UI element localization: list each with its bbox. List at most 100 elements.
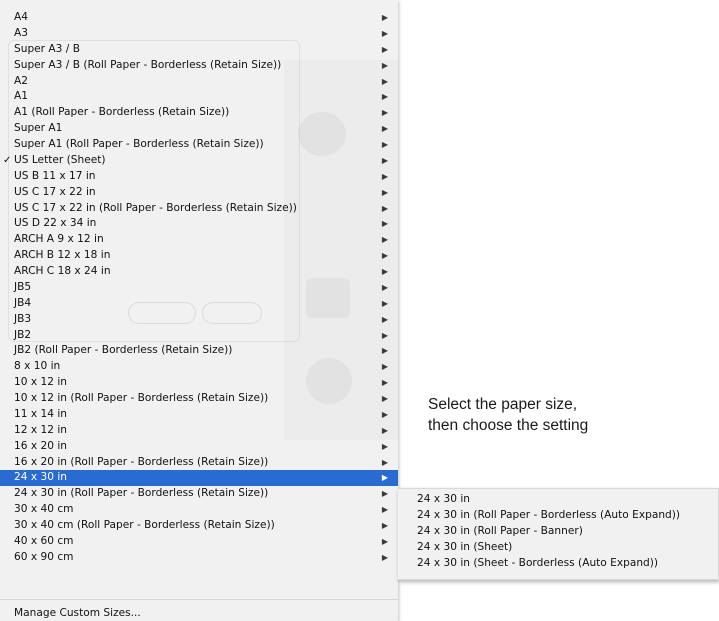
menu-item[interactable]: US C 17 x 22 in (Roll Paper - Borderless… bbox=[0, 201, 398, 217]
submenu-arrow-icon: ▶ bbox=[381, 251, 388, 261]
menu-item-label: Super A1 (Roll Paper - Borderless (Retai… bbox=[14, 138, 264, 150]
submenu-item[interactable]: 24 x 30 in (Roll Paper - Borderless (Aut… bbox=[398, 508, 718, 524]
menu-item[interactable]: 10 x 12 in (Roll Paper - Borderless (Ret… bbox=[0, 391, 398, 407]
submenu-arrow-icon: ▶ bbox=[381, 108, 388, 118]
submenu-arrow-icon: ▶ bbox=[381, 425, 388, 435]
menu-item-label: 16 x 20 in (Roll Paper - Borderless (Ret… bbox=[14, 455, 269, 468]
menu-item[interactable]: 10 x 12 in ▶ bbox=[0, 375, 398, 391]
submenu-arrow-icon: ▶ bbox=[381, 28, 388, 38]
submenu-arrow-icon: ▶ bbox=[381, 76, 388, 86]
menu-item[interactable]: 24 x 30 in (Roll Paper - Borderless (Ret… bbox=[0, 486, 398, 502]
submenu-arrow-icon: ▶ bbox=[381, 44, 388, 54]
menu-item[interactable]: ✓ US Letter (Sheet) ▶ bbox=[0, 153, 398, 169]
menu-item[interactable]: US C 17 x 22 in ▶ bbox=[0, 185, 398, 201]
menu-item-label: A3 bbox=[14, 26, 28, 39]
submenu-arrow-icon: ▶ bbox=[381, 60, 388, 70]
submenu-arrow-icon: ▶ bbox=[381, 155, 388, 165]
menu-item-label: Super A3 / B bbox=[14, 42, 80, 55]
menu-item-label: US C 17 x 22 in bbox=[14, 185, 96, 198]
menu-item-label: 30 x 40 cm (Roll Paper - Borderless (Ret… bbox=[14, 519, 275, 531]
menu-item[interactable]: A2 ▶ bbox=[0, 74, 398, 90]
menu-item[interactable]: Super A1 ▶ bbox=[0, 121, 398, 137]
menu-item[interactable]: 11 x 14 in ▶ bbox=[0, 407, 398, 423]
menu-item[interactable]: JB2 ▶ bbox=[0, 328, 398, 344]
menu-item-label: 16 x 20 in bbox=[14, 439, 67, 452]
menu-item[interactable]: A4 ▶ bbox=[0, 10, 398, 26]
menu-item[interactable]: 30 x 40 cm (Roll Paper - Borderless (Ret… bbox=[0, 518, 398, 534]
menu-item-label: JB2 (Roll Paper - Borderless (Retain Siz… bbox=[14, 344, 233, 357]
menu-item[interactable]: US D 22 x 34 in ▶ bbox=[0, 216, 398, 232]
menu-item[interactable]: Super A1 (Roll Paper - Borderless (Retai… bbox=[0, 137, 398, 153]
submenu-arrow-icon: ▶ bbox=[381, 124, 388, 134]
menu-item-label: JB3 bbox=[14, 312, 32, 325]
menu-item-label: A2 bbox=[14, 74, 28, 87]
checkmark-icon: ✓ bbox=[3, 154, 12, 166]
menu-item[interactable]: A3 ▶ bbox=[0, 26, 398, 42]
submenu-arrow-icon: ▶ bbox=[381, 362, 388, 372]
menu-item-label: 10 x 12 in bbox=[14, 376, 67, 389]
menu-item-label: A1 (Roll Paper - Borderless (Retain Size… bbox=[14, 106, 230, 119]
menu-item[interactable]: 60 x 90 cm ▶ bbox=[0, 550, 398, 566]
submenu-item[interactable]: 24 x 30 in (Roll Paper - Banner) bbox=[398, 524, 718, 540]
menu-item-label: 24 x 30 in bbox=[14, 471, 67, 484]
menu-item-label: Super A1 bbox=[14, 122, 63, 135]
menu-item[interactable]: 16 x 20 in ▶ bbox=[0, 439, 398, 455]
menu-item[interactable]: JB2 (Roll Paper - Borderless (Retain Siz… bbox=[0, 343, 398, 359]
menu-item[interactable]: 30 x 40 cm ▶ bbox=[0, 502, 398, 518]
menu-item[interactable]: Super A3 / B (Roll Paper - Borderless (R… bbox=[0, 58, 398, 74]
submenu-arrow-icon: ▶ bbox=[381, 219, 388, 229]
menu-item-label: A1 bbox=[14, 90, 28, 103]
submenu-arrow-icon: ▶ bbox=[381, 457, 388, 467]
menu-item-label: 30 x 40 cm bbox=[14, 503, 74, 516]
submenu-item[interactable]: 24 x 30 in bbox=[398, 492, 718, 508]
submenu-arrow-icon: ▶ bbox=[381, 409, 388, 419]
submenu-arrow-icon: ▶ bbox=[381, 346, 388, 356]
menu-item-label: JB5 bbox=[14, 280, 32, 293]
menu-separator bbox=[0, 599, 398, 600]
instruction-callout: Select the paper size, then choose the s… bbox=[428, 394, 688, 436]
menu-item[interactable]: ARCH B 12 x 18 in ▶ bbox=[0, 248, 398, 264]
submenu-arrow-icon: ▶ bbox=[381, 394, 388, 403]
menu-item[interactable]: JB5 ▶ bbox=[0, 280, 398, 296]
submenu-arrow-icon: ▶ bbox=[381, 92, 388, 102]
menu-item-label: Super A3 / B (Roll Paper - Borderless (R… bbox=[14, 58, 282, 71]
menu-item[interactable]: 40 x 60 cm ▶ bbox=[0, 534, 398, 550]
submenu-arrow-icon: ▶ bbox=[381, 282, 388, 292]
menu-item[interactable]: JB4 ▶ bbox=[0, 296, 398, 312]
menu-item[interactable]: 24 x 30 in ▶ bbox=[0, 470, 398, 487]
submenu-arrow-icon: ▶ bbox=[381, 140, 388, 149]
menu-item[interactable]: ARCH A 9 x 12 in ▶ bbox=[0, 232, 398, 248]
submenu-arrow-icon: ▶ bbox=[381, 378, 388, 388]
submenu-arrow-icon: ▶ bbox=[381, 536, 388, 546]
menu-item[interactable]: A1 ▶ bbox=[0, 89, 398, 105]
submenu-arrow-icon: ▶ bbox=[381, 267, 388, 276]
submenu-arrow-icon: ▶ bbox=[381, 203, 388, 213]
menu-item-label: 40 x 60 cm bbox=[14, 534, 74, 547]
menu-item-label: US D 22 x 34 in bbox=[14, 217, 97, 230]
menu-item-label: US B 11 x 17 in bbox=[14, 169, 96, 182]
menu-item-label: ARCH C 18 x 24 in bbox=[14, 265, 111, 277]
menu-item-label: ARCH A 9 x 12 in bbox=[14, 233, 104, 246]
manage-custom-sizes-item[interactable]: Manage Custom Sizes... bbox=[0, 605, 398, 621]
paper-setting-submenu: 24 x 30 in 24 x 30 in (Roll Paper - Borde… bbox=[398, 488, 719, 580]
menu-item[interactable]: 12 x 12 in ▶ bbox=[0, 423, 398, 439]
menu-item[interactable]: ARCH C 18 x 24 in ▶ bbox=[0, 264, 398, 280]
menu-item-label: JB4 bbox=[14, 296, 32, 309]
menu-item[interactable]: Super A3 / B ▶ bbox=[0, 42, 398, 58]
submenu-item[interactable]: 24 x 30 in (Sheet - Borderless (Auto Exp… bbox=[398, 556, 718, 572]
menu-item[interactable]: US B 11 x 17 in ▶ bbox=[0, 169, 398, 185]
submenu-arrow-icon: ▶ bbox=[381, 13, 388, 22]
callout-line-2: then choose the setting bbox=[428, 417, 589, 434]
menu-item[interactable]: JB3 ▶ bbox=[0, 312, 398, 328]
paper-size-menu: A4 ▶ A3 ▶ Super A3 / B ▶ Super A3 / B (Roll Pa… bbox=[0, 0, 398, 621]
menu-item[interactable]: 8 x 10 in ▶ bbox=[0, 359, 398, 375]
menu-item-label: 12 x 12 in bbox=[14, 423, 67, 436]
submenu-item[interactable]: 24 x 30 in (Sheet) bbox=[398, 540, 718, 556]
menu-item-label: 11 x 14 in bbox=[14, 407, 67, 420]
menu-item[interactable]: A1 (Roll Paper - Borderless (Retain Size… bbox=[0, 105, 398, 121]
menu-item[interactable]: 16 x 20 in (Roll Paper - Borderless (Ret… bbox=[0, 455, 398, 471]
submenu-arrow-icon: ▶ bbox=[381, 521, 388, 530]
submenu-arrow-icon: ▶ bbox=[381, 298, 388, 308]
submenu-arrow-icon: ▶ bbox=[381, 489, 388, 499]
submenu-arrow-icon: ▶ bbox=[381, 235, 388, 245]
